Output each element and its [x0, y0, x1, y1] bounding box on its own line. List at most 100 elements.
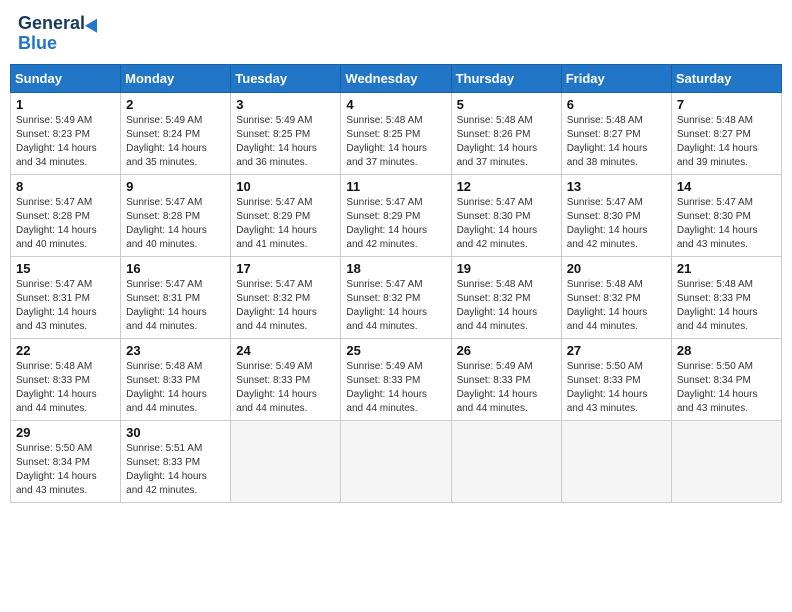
- calendar-cell: 11 Sunrise: 5:47 AMSunset: 8:29 PMDaylig…: [341, 174, 451, 256]
- cell-info: Sunrise: 5:47 AMSunset: 8:28 PMDaylight:…: [16, 197, 97, 250]
- day-number: 15: [16, 261, 115, 276]
- calendar-header: SundayMondayTuesdayWednesdayThursdayFrid…: [11, 64, 782, 92]
- calendar-table: SundayMondayTuesdayWednesdayThursdayFrid…: [10, 64, 782, 503]
- calendar-cell: 19 Sunrise: 5:48 AMSunset: 8:32 PMDaylig…: [451, 256, 561, 338]
- calendar-cell: 28 Sunrise: 5:50 AMSunset: 8:34 PMDaylig…: [671, 338, 781, 420]
- calendar-cell: [451, 420, 561, 502]
- calendar-cell: [561, 420, 671, 502]
- calendar-cell: 29 Sunrise: 5:50 AMSunset: 8:34 PMDaylig…: [11, 420, 121, 502]
- day-number: 21: [677, 261, 776, 276]
- day-number: 20: [567, 261, 666, 276]
- cell-info: Sunrise: 5:48 AMSunset: 8:27 PMDaylight:…: [567, 115, 648, 168]
- cell-info: Sunrise: 5:49 AMSunset: 8:25 PMDaylight:…: [236, 115, 317, 168]
- calendar-cell: [671, 420, 781, 502]
- cell-info: Sunrise: 5:48 AMSunset: 8:27 PMDaylight:…: [677, 115, 758, 168]
- day-number: 30: [126, 425, 225, 440]
- weekday-sunday: Sunday: [11, 64, 121, 92]
- weekday-monday: Monday: [121, 64, 231, 92]
- cell-info: Sunrise: 5:49 AMSunset: 8:33 PMDaylight:…: [457, 361, 538, 414]
- day-number: 8: [16, 179, 115, 194]
- day-number: 5: [457, 97, 556, 112]
- weekday-friday: Friday: [561, 64, 671, 92]
- calendar-cell: 2 Sunrise: 5:49 AMSunset: 8:24 PMDayligh…: [121, 92, 231, 174]
- cell-info: Sunrise: 5:50 AMSunset: 8:33 PMDaylight:…: [567, 361, 648, 414]
- week-row-4: 22 Sunrise: 5:48 AMSunset: 8:33 PMDaylig…: [11, 338, 782, 420]
- calendar-cell: 5 Sunrise: 5:48 AMSunset: 8:26 PMDayligh…: [451, 92, 561, 174]
- day-number: 26: [457, 343, 556, 358]
- cell-info: Sunrise: 5:48 AMSunset: 8:33 PMDaylight:…: [16, 361, 97, 414]
- calendar-cell: 30 Sunrise: 5:51 AMSunset: 8:33 PMDaylig…: [121, 420, 231, 502]
- day-number: 2: [126, 97, 225, 112]
- cell-info: Sunrise: 5:48 AMSunset: 8:33 PMDaylight:…: [126, 361, 207, 414]
- day-number: 6: [567, 97, 666, 112]
- day-number: 28: [677, 343, 776, 358]
- page-header: General Blue: [10, 10, 782, 58]
- logo: General Blue: [18, 14, 101, 54]
- cell-info: Sunrise: 5:48 AMSunset: 8:33 PMDaylight:…: [677, 279, 758, 332]
- day-number: 19: [457, 261, 556, 276]
- cell-info: Sunrise: 5:47 AMSunset: 8:30 PMDaylight:…: [677, 197, 758, 250]
- day-number: 10: [236, 179, 335, 194]
- calendar-cell: [341, 420, 451, 502]
- day-number: 16: [126, 261, 225, 276]
- cell-info: Sunrise: 5:49 AMSunset: 8:24 PMDaylight:…: [126, 115, 207, 168]
- cell-info: Sunrise: 5:47 AMSunset: 8:30 PMDaylight:…: [457, 197, 538, 250]
- calendar-cell: 13 Sunrise: 5:47 AMSunset: 8:30 PMDaylig…: [561, 174, 671, 256]
- cell-info: Sunrise: 5:48 AMSunset: 8:32 PMDaylight:…: [567, 279, 648, 332]
- calendar-cell: 17 Sunrise: 5:47 AMSunset: 8:32 PMDaylig…: [231, 256, 341, 338]
- logo-text-blue: Blue: [18, 34, 57, 54]
- week-row-3: 15 Sunrise: 5:47 AMSunset: 8:31 PMDaylig…: [11, 256, 782, 338]
- calendar-cell: 15 Sunrise: 5:47 AMSunset: 8:31 PMDaylig…: [11, 256, 121, 338]
- day-number: 17: [236, 261, 335, 276]
- cell-info: Sunrise: 5:47 AMSunset: 8:31 PMDaylight:…: [126, 279, 207, 332]
- cell-info: Sunrise: 5:49 AMSunset: 8:23 PMDaylight:…: [16, 115, 97, 168]
- cell-info: Sunrise: 5:47 AMSunset: 8:32 PMDaylight:…: [346, 279, 427, 332]
- calendar-cell: 20 Sunrise: 5:48 AMSunset: 8:32 PMDaylig…: [561, 256, 671, 338]
- calendar-cell: 26 Sunrise: 5:49 AMSunset: 8:33 PMDaylig…: [451, 338, 561, 420]
- day-number: 22: [16, 343, 115, 358]
- cell-info: Sunrise: 5:49 AMSunset: 8:33 PMDaylight:…: [236, 361, 317, 414]
- cell-info: Sunrise: 5:47 AMSunset: 8:31 PMDaylight:…: [16, 279, 97, 332]
- calendar-cell: 24 Sunrise: 5:49 AMSunset: 8:33 PMDaylig…: [231, 338, 341, 420]
- calendar-cell: 9 Sunrise: 5:47 AMSunset: 8:28 PMDayligh…: [121, 174, 231, 256]
- calendar-cell: 14 Sunrise: 5:47 AMSunset: 8:30 PMDaylig…: [671, 174, 781, 256]
- day-number: 14: [677, 179, 776, 194]
- day-number: 13: [567, 179, 666, 194]
- day-number: 4: [346, 97, 445, 112]
- cell-info: Sunrise: 5:50 AMSunset: 8:34 PMDaylight:…: [16, 443, 97, 496]
- day-number: 25: [346, 343, 445, 358]
- calendar-cell: 10 Sunrise: 5:47 AMSunset: 8:29 PMDaylig…: [231, 174, 341, 256]
- weekday-header-row: SundayMondayTuesdayWednesdayThursdayFrid…: [11, 64, 782, 92]
- cell-info: Sunrise: 5:47 AMSunset: 8:28 PMDaylight:…: [126, 197, 207, 250]
- calendar-cell: 22 Sunrise: 5:48 AMSunset: 8:33 PMDaylig…: [11, 338, 121, 420]
- calendar-cell: 1 Sunrise: 5:49 AMSunset: 8:23 PMDayligh…: [11, 92, 121, 174]
- cell-info: Sunrise: 5:47 AMSunset: 8:29 PMDaylight:…: [236, 197, 317, 250]
- cell-info: Sunrise: 5:47 AMSunset: 8:29 PMDaylight:…: [346, 197, 427, 250]
- week-row-1: 1 Sunrise: 5:49 AMSunset: 8:23 PMDayligh…: [11, 92, 782, 174]
- week-row-5: 29 Sunrise: 5:50 AMSunset: 8:34 PMDaylig…: [11, 420, 782, 502]
- day-number: 1: [16, 97, 115, 112]
- calendar-cell: [231, 420, 341, 502]
- calendar-cell: 25 Sunrise: 5:49 AMSunset: 8:33 PMDaylig…: [341, 338, 451, 420]
- day-number: 12: [457, 179, 556, 194]
- logo-text-general: General: [18, 14, 85, 34]
- calendar-body: 1 Sunrise: 5:49 AMSunset: 8:23 PMDayligh…: [11, 92, 782, 502]
- weekday-tuesday: Tuesday: [231, 64, 341, 92]
- weekday-wednesday: Wednesday: [341, 64, 451, 92]
- cell-info: Sunrise: 5:49 AMSunset: 8:33 PMDaylight:…: [346, 361, 427, 414]
- calendar-cell: 21 Sunrise: 5:48 AMSunset: 8:33 PMDaylig…: [671, 256, 781, 338]
- day-number: 9: [126, 179, 225, 194]
- calendar-cell: 27 Sunrise: 5:50 AMSunset: 8:33 PMDaylig…: [561, 338, 671, 420]
- day-number: 29: [16, 425, 115, 440]
- logo-triangle-icon: [85, 15, 103, 32]
- day-number: 27: [567, 343, 666, 358]
- day-number: 7: [677, 97, 776, 112]
- cell-info: Sunrise: 5:47 AMSunset: 8:30 PMDaylight:…: [567, 197, 648, 250]
- day-number: 11: [346, 179, 445, 194]
- calendar-cell: 18 Sunrise: 5:47 AMSunset: 8:32 PMDaylig…: [341, 256, 451, 338]
- day-number: 18: [346, 261, 445, 276]
- week-row-2: 8 Sunrise: 5:47 AMSunset: 8:28 PMDayligh…: [11, 174, 782, 256]
- calendar-cell: 16 Sunrise: 5:47 AMSunset: 8:31 PMDaylig…: [121, 256, 231, 338]
- cell-info: Sunrise: 5:51 AMSunset: 8:33 PMDaylight:…: [126, 443, 207, 496]
- calendar-cell: 12 Sunrise: 5:47 AMSunset: 8:30 PMDaylig…: [451, 174, 561, 256]
